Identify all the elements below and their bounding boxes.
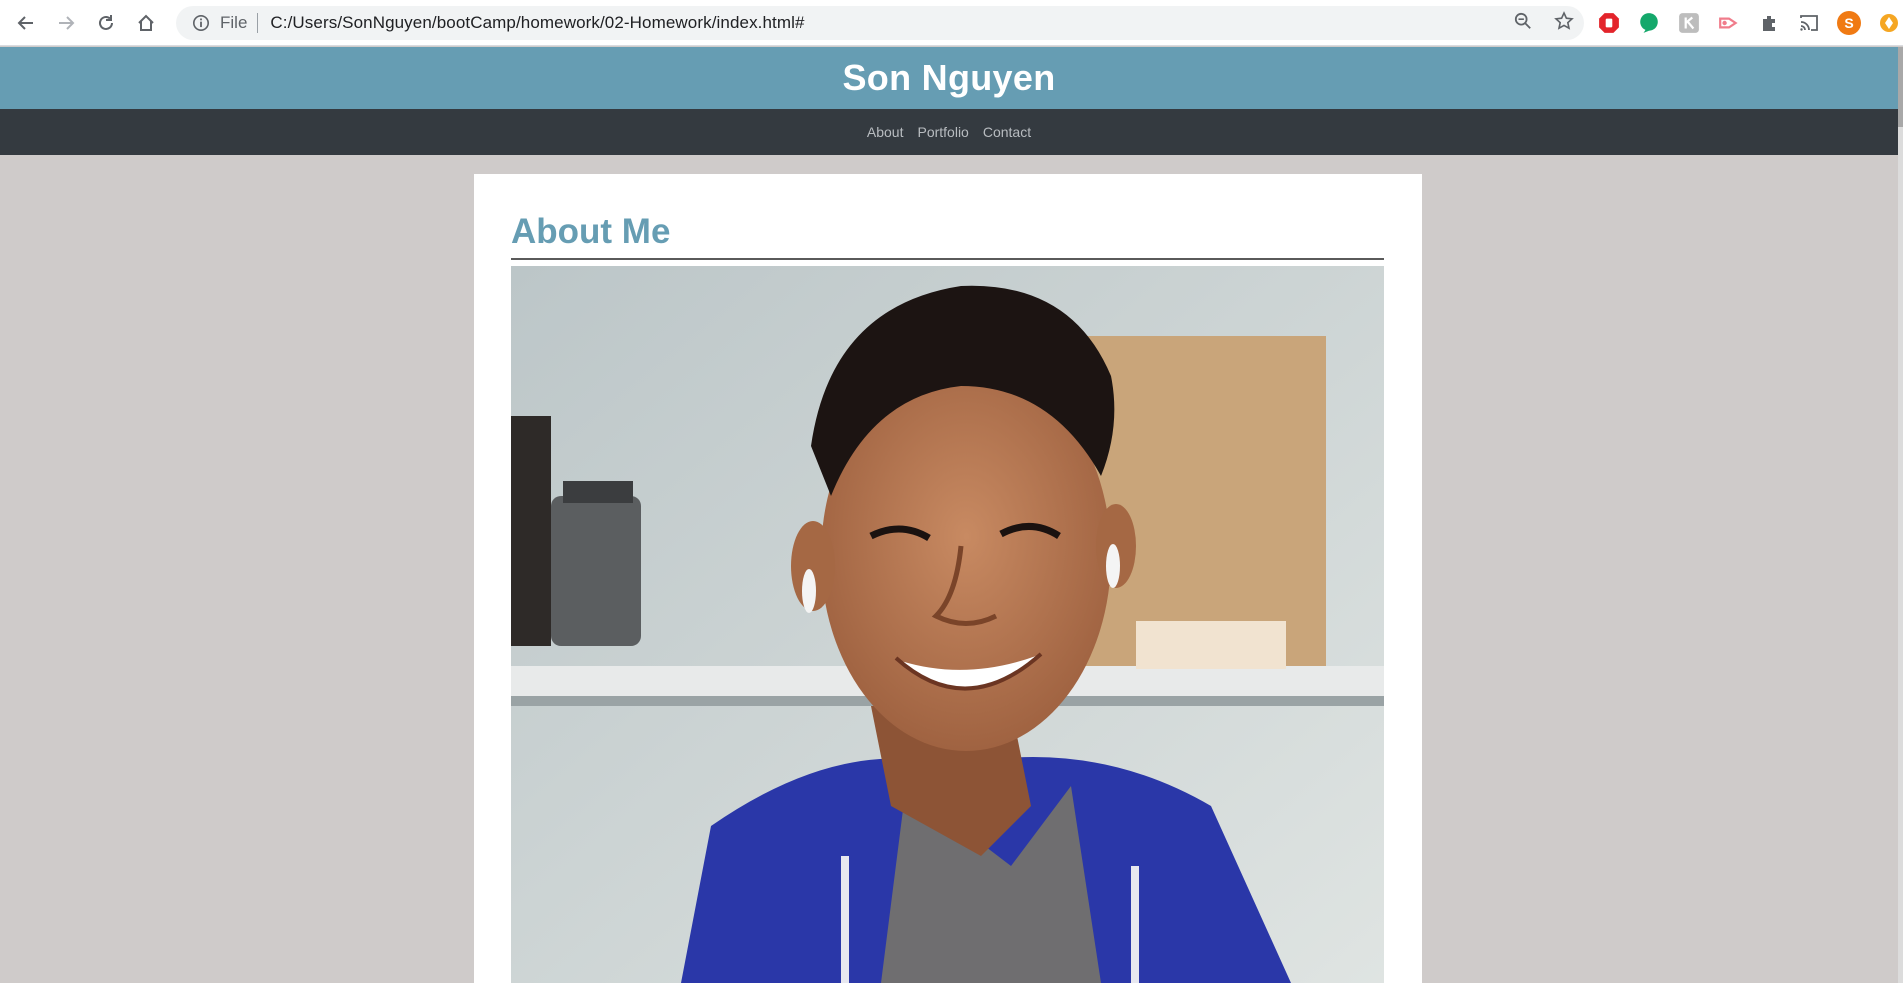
section-divider [511,258,1384,260]
site-nav: About Portfolio Contact [0,109,1898,155]
orange-extension-icon[interactable] [1876,10,1902,36]
divider [257,13,259,33]
star-icon[interactable] [1554,10,1574,36]
site-title: Son Nguyen [842,57,1056,98]
home-icon[interactable] [126,3,166,43]
nav-link-portfolio[interactable]: Portfolio [917,124,968,140]
section-heading: About Me [511,212,671,251]
profile-initial: S [1844,15,1854,31]
grey-extension-icon[interactable] [1676,10,1702,36]
address-bar[interactable]: File C:/Users/SonNguyen/bootCamp/homewor… [176,6,1584,40]
adblock-extension-icon[interactable] [1596,10,1622,36]
site-header: Son Nguyen [0,47,1898,109]
scrollbar[interactable] [1898,47,1903,983]
info-icon[interactable] [184,14,218,32]
url-text[interactable]: C:/Users/SonNguyen/bootCamp/homework/02-… [270,13,804,33]
extensions-row: S [1596,6,1902,40]
profile-avatar[interactable]: S [1836,10,1862,36]
scheme-label: File [220,13,248,32]
forward-icon[interactable] [46,3,86,43]
reload-icon[interactable] [86,3,126,43]
nav-link-contact[interactable]: Contact [983,124,1031,140]
zoom-icon[interactable] [1514,12,1532,35]
profile-photo [511,266,1384,983]
browser-toolbar: File C:/Users/SonNguyen/bootCamp/homewor… [0,0,1903,46]
pink-extension-icon[interactable] [1716,10,1742,36]
extensions-icon[interactable] [1756,10,1782,36]
cast-icon[interactable] [1796,10,1822,36]
about-section: About Me [474,174,1422,983]
chat-extension-icon[interactable] [1636,10,1662,36]
nav-link-about[interactable]: About [867,124,904,140]
back-icon[interactable] [6,3,46,43]
scrollbar-thumb[interactable] [1898,47,1903,127]
